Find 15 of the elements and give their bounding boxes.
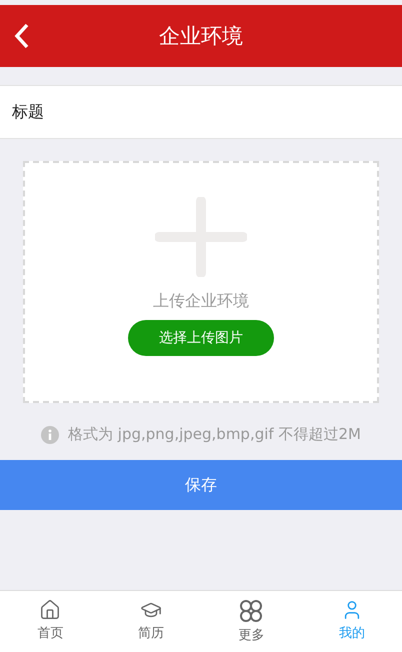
back-icon xyxy=(14,22,30,50)
four-circles-icon xyxy=(239,599,264,623)
save-button[interactable]: 保存 xyxy=(0,460,402,510)
tab-item[interactable]: 更多 xyxy=(201,591,302,652)
choose-image-button[interactable]: 选择上传图片 xyxy=(128,320,274,356)
upload-caption: 上传企业环境 xyxy=(153,291,249,312)
tab-item[interactable]: 我的 xyxy=(302,591,402,652)
upload-area[interactable]: 上传企业环境 选择上传图片 xyxy=(23,161,379,403)
page-title: 企业环境 xyxy=(159,23,243,50)
tab-item[interactable]: 简历 xyxy=(100,591,201,652)
info-icon xyxy=(41,426,60,444)
tab-item[interactable]: 首页 xyxy=(0,591,100,652)
format-note: 格式为 jpg,png,jpeg,bmp,gif 不得超过2M xyxy=(68,425,361,444)
title-label: 标题 xyxy=(12,102,44,122)
home-icon xyxy=(39,599,62,621)
